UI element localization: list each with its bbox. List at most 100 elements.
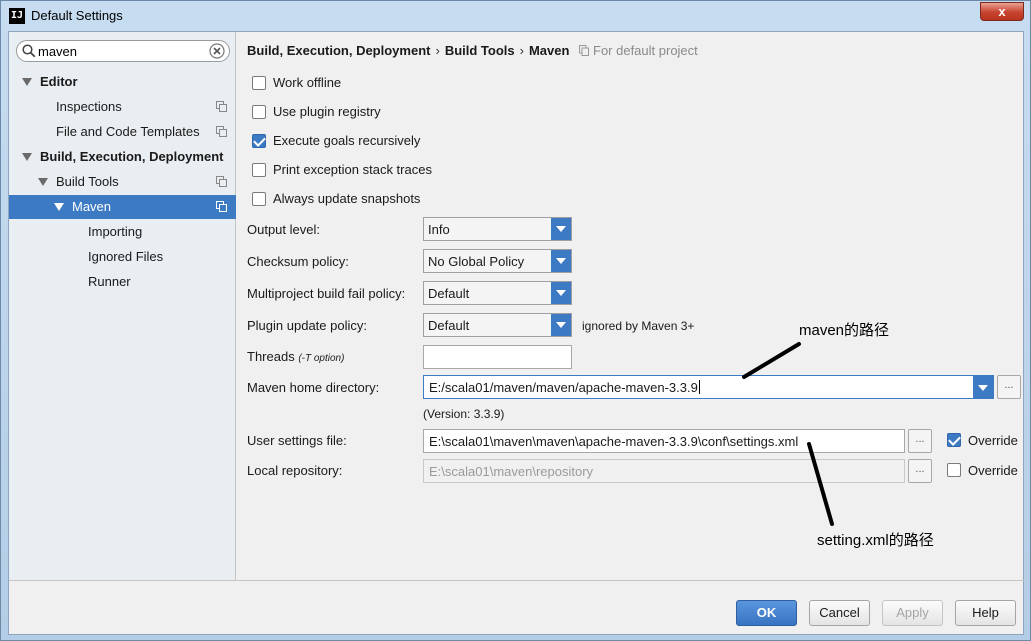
tree-item-label: Ignored Files xyxy=(88,249,164,264)
expand-arrow-icon[interactable] xyxy=(38,178,48,186)
copy-icon xyxy=(216,101,227,112)
local-repo-override-checkbox[interactable] xyxy=(947,463,961,477)
tree-item-label: Inspections xyxy=(56,99,122,114)
cancel-button[interactable]: Cancel xyxy=(809,600,870,626)
tree-item-maven[interactable]: Maven xyxy=(9,195,236,219)
option-label[interactable]: Work offline xyxy=(273,75,341,90)
tree-item-build-tools[interactable]: Build Tools xyxy=(9,170,236,194)
text-caret xyxy=(698,380,700,394)
option-label[interactable]: Use plugin registry xyxy=(273,104,381,119)
breadcrumb-item: Maven xyxy=(528,43,570,58)
clear-search-icon[interactable] xyxy=(209,43,225,59)
multiproject-policy-label: Multiproject build fail policy: xyxy=(247,286,406,301)
threads-hint: (-T option) xyxy=(298,353,345,364)
tree-item-label: Importing xyxy=(88,224,143,239)
tree-item-inspections[interactable]: Inspections xyxy=(9,95,236,119)
local-repo-label: Local repository: xyxy=(247,463,343,478)
option-checkbox-execute-goals-recursively[interactable] xyxy=(252,134,266,148)
option-checkbox-print-exception-stack-traces[interactable] xyxy=(252,163,266,177)
breadcrumb-item[interactable]: Build Tools xyxy=(445,43,515,58)
tree-item-label: Build Tools xyxy=(56,174,119,189)
settings-window: IJ Default Settings x Editor Inspections F… xyxy=(0,0,1031,641)
annotation-stroke xyxy=(807,442,834,526)
dialog-client-area: Editor Inspections File and Code Templates… xyxy=(8,31,1025,635)
expand-arrow-icon[interactable] xyxy=(22,153,32,161)
multiproject-policy-select[interactable]: Default xyxy=(423,281,572,305)
intellij-app-icon: IJ xyxy=(9,8,25,24)
local-repo-input[interactable]: E:\scala01\maven\repository xyxy=(423,459,905,483)
plugin-update-policy-select[interactable]: Default xyxy=(423,313,572,337)
checksum-policy-select[interactable]: No Global Policy xyxy=(423,249,572,273)
apply-button[interactable]: Apply xyxy=(882,600,943,626)
user-settings-input[interactable]: E:\scala01\maven\maven\apache-maven-3.3.… xyxy=(423,429,905,453)
checksum-policy-label: Checksum policy: xyxy=(247,254,349,269)
threads-label: Threads (-T option) xyxy=(247,349,344,364)
local-repo-override-label: Override xyxy=(968,463,1018,478)
user-settings-label: User settings file: xyxy=(247,433,347,448)
multiproject-policy-value: Default xyxy=(428,286,470,301)
chevron-down-icon[interactable] xyxy=(973,376,993,398)
footer-divider xyxy=(9,580,1025,581)
default-project-hint: For default project xyxy=(579,43,698,58)
tree-item-ignored-files[interactable]: Ignored Files xyxy=(9,245,236,269)
tree-item-importing[interactable]: Importing xyxy=(9,220,236,244)
plugin-update-policy-label: Plugin update policy: xyxy=(247,318,367,333)
plugin-update-policy-value: Default xyxy=(428,318,470,333)
title-bar[interactable]: IJ Default Settings x xyxy=(1,1,1030,31)
annotation-stroke xyxy=(742,342,801,379)
breadcrumb-separator: › xyxy=(519,43,524,58)
tree-item-file-and-code-templates[interactable]: File and Code Templates xyxy=(9,120,236,144)
breadcrumb-item[interactable]: Build, Execution, Deployment xyxy=(247,43,430,58)
settings-tree-panel: Editor Inspections File and Code Templates… xyxy=(9,32,236,580)
help-button[interactable]: Help xyxy=(955,600,1016,626)
copy-icon xyxy=(216,126,227,137)
maven-path-annotation: maven的路径 xyxy=(799,322,890,339)
tree-item-editor[interactable]: Editor xyxy=(9,70,236,94)
default-project-hint-text: For default project xyxy=(593,43,698,58)
user-settings-browse-button[interactable]: ... xyxy=(908,429,932,453)
window-title: Default Settings xyxy=(31,8,123,23)
settings-search-box[interactable] xyxy=(16,40,230,62)
copy-icon xyxy=(579,45,589,56)
maven-home-value: E:/scala01/maven/maven/apache-maven-3.3.… xyxy=(429,380,698,395)
tree-item-build-execution-deployment[interactable]: Build, Execution, Deployment xyxy=(9,145,236,169)
user-settings-override-label: Override xyxy=(968,433,1018,448)
ok-button[interactable]: OK xyxy=(736,600,797,626)
copy-icon xyxy=(216,176,227,187)
maven-version-text: (Version: 3.3.9) xyxy=(423,407,505,421)
maven-home-label: Maven home directory: xyxy=(247,380,380,395)
option-checkbox-always-update-snapshots[interactable] xyxy=(252,192,266,206)
chevron-down-icon[interactable] xyxy=(551,314,571,336)
option-label[interactable]: Always update snapshots xyxy=(273,191,420,206)
chevron-down-icon[interactable] xyxy=(551,218,571,240)
copy-icon xyxy=(216,201,227,212)
option-label[interactable]: Execute goals recursively xyxy=(273,133,420,148)
settings-search-input[interactable] xyxy=(38,42,206,60)
breadcrumb: Build, Execution, Deployment › Build Tools… xyxy=(247,43,569,58)
option-checkbox-use-plugin-registry[interactable] xyxy=(252,105,266,119)
local-repo-browse-button[interactable]: ... xyxy=(908,459,932,483)
tree-item-label: Runner xyxy=(88,274,131,289)
close-window-button[interactable]: x xyxy=(980,2,1024,21)
breadcrumb-separator: › xyxy=(435,43,440,58)
maven-home-browse-button[interactable]: ... xyxy=(997,375,1021,399)
user-settings-override-checkbox[interactable] xyxy=(947,433,961,447)
option-label[interactable]: Print exception stack traces xyxy=(273,162,432,177)
plugin-update-note: ignored by Maven 3+ xyxy=(582,319,695,333)
maven-home-select[interactable]: E:/scala01/maven/maven/apache-maven-3.3.… xyxy=(423,375,994,399)
search-icon xyxy=(22,44,36,58)
expand-arrow-icon[interactable] xyxy=(54,203,64,211)
chevron-down-icon[interactable] xyxy=(551,282,571,304)
output-level-value: Info xyxy=(428,222,450,237)
tree-item-runner[interactable]: Runner xyxy=(9,270,236,294)
tree-item-label: File and Code Templates xyxy=(56,124,200,139)
tree-item-label: Editor xyxy=(40,74,78,89)
threads-label-text: Threads xyxy=(247,349,295,364)
chevron-down-icon[interactable] xyxy=(551,250,571,272)
option-checkbox-work-offline[interactable] xyxy=(252,76,266,90)
checksum-policy-value: No Global Policy xyxy=(428,254,525,269)
settings-path-annotation: setting.xml的路径 xyxy=(817,532,934,549)
expand-arrow-icon[interactable] xyxy=(22,78,32,86)
threads-input[interactable] xyxy=(423,345,572,369)
output-level-select[interactable]: Info xyxy=(423,217,572,241)
